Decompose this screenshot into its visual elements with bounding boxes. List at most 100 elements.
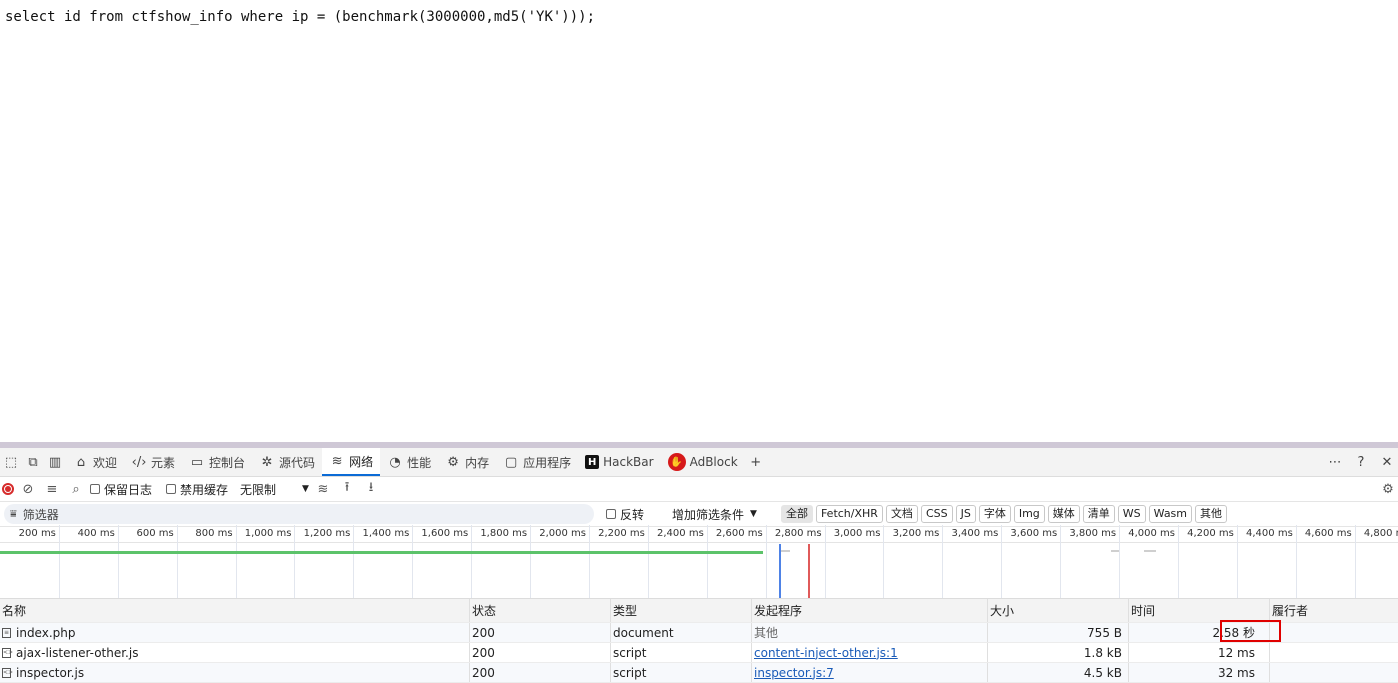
timeline-tick: 4,400 ms: [1237, 525, 1297, 598]
script-icon: <>: [2, 667, 14, 678]
tab-performance-label: 性能: [407, 455, 432, 470]
tab-application[interactable]: ▢ 应用程序: [496, 448, 578, 476]
row-type: document: [611, 623, 752, 642]
row-executor: [1270, 663, 1398, 682]
filter-chip-other[interactable]: 其他: [1195, 505, 1228, 523]
chevron-down-icon: ▼: [750, 509, 757, 519]
table-row[interactable]: <> inspector.js 200 script inspector.js:7…: [0, 663, 1398, 683]
timeline-tick-label: 200 ms: [18, 528, 56, 539]
filter-chip-doc[interactable]: 文档: [885, 505, 918, 523]
disable-cache-checkbox[interactable]: 禁用缓存: [166, 481, 228, 498]
preserve-log-checkbox[interactable]: 保留日志: [90, 481, 152, 498]
timeline-marker: [780, 550, 790, 552]
tab-performance[interactable]: ◔ 性能: [380, 448, 438, 476]
filter-chip-img[interactable]: Img: [1013, 505, 1045, 523]
row-initiator-link[interactable]: content-inject-other.js:1: [754, 646, 898, 660]
app-icon: ▢: [504, 454, 518, 470]
row-initiator-cell: inspector.js:7: [752, 663, 988, 682]
record-icon[interactable]: [2, 483, 14, 495]
table-row[interactable]: <> ajax-listener-other.js 200 script cont…: [0, 643, 1398, 663]
timeline-tick: 2,800 ms: [766, 525, 826, 598]
timeline-tick: 600 ms: [118, 525, 178, 598]
tab-sources[interactable]: ✲ 源代码: [252, 448, 322, 476]
timeline-tick: 2,600 ms: [707, 525, 767, 598]
header-size[interactable]: 大小: [988, 599, 1129, 622]
header-time[interactable]: 时间: [1129, 599, 1270, 622]
tab-adblock[interactable]: ✋ AdBlock: [661, 448, 745, 476]
header-initiator[interactable]: 发起程序: [752, 599, 988, 622]
row-type: script: [611, 663, 752, 682]
more-icon[interactable]: ⋯: [1324, 451, 1346, 473]
tab-adblock-label: AdBlock: [689, 455, 738, 469]
header-type[interactable]: 类型: [611, 599, 752, 622]
dock-side-icon[interactable]: ▥: [44, 451, 66, 473]
close-icon[interactable]: ✕: [1376, 451, 1398, 473]
inspect-icon[interactable]: ⧉: [22, 451, 44, 473]
filter-toggle-icon[interactable]: ≡: [42, 482, 62, 497]
invert-checkbox[interactable]: 反转: [606, 506, 644, 523]
filter-chip-js[interactable]: JS: [955, 505, 976, 523]
filter-chip-media[interactable]: 媒体: [1047, 505, 1080, 523]
network-timeline[interactable]: 200 ms 400 ms 600 ms 800 ms 1,000 ms 1,200 ms…: [0, 525, 1398, 598]
import-har-icon[interactable]: ⭱: [337, 478, 357, 500]
wifi-icon: ≋: [331, 453, 343, 469]
network-conditions-icon[interactable]: ≋: [313, 482, 333, 497]
tab-elements[interactable]: ‹/› 元素: [124, 448, 182, 476]
timeline-tick-label: 3,200 ms: [892, 528, 940, 539]
tab-memory[interactable]: ⚙ 内存: [438, 448, 496, 476]
export-har-icon[interactable]: ⭳: [361, 478, 381, 500]
filter-bar: ⩸ 筛选器 反转 增加筛选条件 ▼ 全部 Fetch/XHR 文档 CSS JS …: [0, 502, 1398, 527]
tab-application-label: 应用程序: [523, 455, 572, 470]
chevron-down-icon: ▼: [302, 484, 309, 494]
timeline-tick-label: 2,800 ms: [774, 528, 822, 539]
row-name-cell: <> inspector.js: [0, 663, 470, 682]
tab-elements-label: 元素: [151, 455, 176, 470]
console-icon: ▭: [190, 454, 204, 470]
timeline-marker: [1111, 550, 1119, 552]
timeline-tick-label: 2,000 ms: [539, 528, 586, 539]
timeline-tick-label: 1,200 ms: [303, 528, 351, 539]
script-icon: <>: [2, 647, 14, 658]
timeline-tick-label: 4,600 ms: [1304, 528, 1352, 539]
timeline-tick: 3,000 ms: [825, 525, 885, 598]
tab-console[interactable]: ▭ 控制台: [182, 448, 252, 476]
timeline-tick-label: 2,200 ms: [598, 528, 645, 539]
row-initiator-link[interactable]: inspector.js:7: [754, 666, 834, 680]
timeline-marker: [1144, 550, 1156, 552]
timeline-tick: 1,800 ms: [471, 525, 532, 598]
more-filters-dropdown[interactable]: 增加筛选条件 ▼: [672, 506, 757, 523]
filter-input[interactable]: ⩸ 筛选器: [4, 504, 594, 524]
filter-chip-all[interactable]: 全部: [780, 505, 813, 523]
gauge-icon: ◔: [389, 454, 401, 470]
tab-hackbar[interactable]: H HackBar: [578, 448, 660, 476]
more-filters-label: 增加筛选条件: [672, 507, 745, 522]
tab-network[interactable]: ≋ 网络: [322, 448, 381, 476]
load-event-line: [808, 544, 810, 598]
table-header-row: 名称 状态 类型 发起程序 大小 时间 履行者: [0, 598, 1398, 623]
clear-icon[interactable]: ⊘: [18, 482, 38, 497]
header-name[interactable]: 名称: [0, 599, 470, 622]
filter-chip-css[interactable]: CSS: [920, 505, 953, 523]
timeline-tick: 4,800 ms: [1355, 525, 1398, 598]
header-executor[interactable]: 履行者: [1270, 599, 1398, 622]
search-icon[interactable]: ⌕: [66, 482, 86, 497]
row-status: 200: [470, 623, 611, 642]
header-status[interactable]: 状态: [470, 599, 611, 622]
timeline-tick: 3,200 ms: [884, 525, 944, 598]
settings-gear-icon[interactable]: ⚙: [1378, 482, 1398, 497]
code-icon: ‹/›: [131, 454, 147, 470]
row-size: 4.5 kB: [988, 663, 1129, 682]
throttle-select[interactable]: 无限制 ▼: [240, 481, 309, 498]
filter-chip-wasm[interactable]: Wasm: [1148, 505, 1193, 523]
timeline-tick-label: 2,400 ms: [657, 528, 704, 539]
filter-chip-manifest[interactable]: 清单: [1082, 505, 1115, 523]
device-toolbar-icon[interactable]: ⬚: [0, 451, 22, 473]
add-tab-icon[interactable]: +: [745, 451, 767, 473]
filter-chip-ws[interactable]: WS: [1117, 505, 1146, 523]
tab-welcome-label: 欢迎: [93, 455, 118, 470]
help-icon[interactable]: ?: [1350, 451, 1372, 473]
tab-welcome[interactable]: ⌂ 欢迎: [66, 448, 124, 476]
filter-chip-fetch-xhr[interactable]: Fetch/XHR: [815, 505, 883, 523]
table-row[interactable]: ≡ index.php 200 document 其他 755 B 2.58 秒: [0, 623, 1398, 643]
filter-chip-font[interactable]: 字体: [978, 505, 1011, 523]
